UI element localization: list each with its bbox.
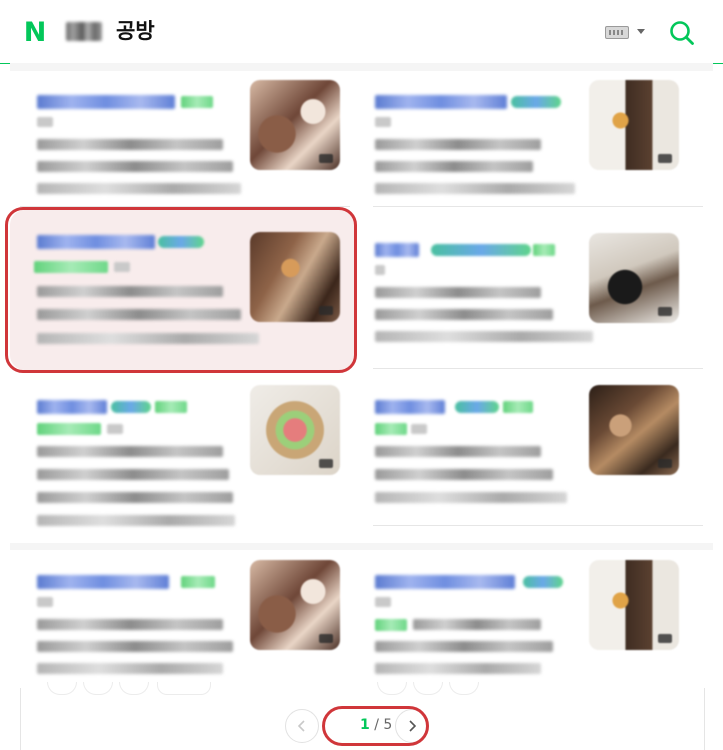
current-page: 1 (360, 717, 370, 733)
place-info-blurred (375, 446, 541, 457)
place-tag-blurred (158, 236, 204, 248)
next-page-button[interactable] (395, 709, 429, 743)
place-info-blurred (375, 469, 553, 480)
place-name-blurred (37, 95, 175, 109)
total-pages: 5 (383, 717, 393, 733)
result-card[interactable] (373, 380, 703, 530)
place-info-blurred (375, 287, 541, 298)
place-meta-blurred (375, 331, 593, 342)
place-thumbnail[interactable] (250, 560, 340, 650)
place-thumbnail[interactable] (589, 385, 679, 475)
result-card[interactable] (373, 75, 703, 225)
place-tag-blurred (503, 401, 533, 413)
search-query-text[interactable]: 공방 (116, 18, 155, 44)
place-info-blurred (37, 446, 223, 457)
place-name-blurred (37, 575, 169, 589)
query-blurred-word (66, 22, 102, 41)
place-tag-blurred (523, 576, 563, 588)
place-info-blurred (37, 286, 223, 297)
page-indicator: 1 / 5 (360, 716, 392, 734)
place-thumbnail[interactable] (589, 233, 679, 323)
place-info-blurred (37, 309, 241, 320)
logo-letter: N (23, 16, 47, 48)
place-results-panel (5, 63, 713, 750)
naver-logo-icon[interactable]: N (22, 16, 48, 48)
chevron-left-icon (297, 720, 305, 732)
place-info-blurred (413, 619, 541, 630)
keyboard-icon[interactable] (605, 26, 629, 39)
result-card[interactable] (15, 75, 345, 225)
place-tag-blurred (34, 261, 108, 273)
chevron-right-icon (409, 720, 417, 732)
place-info-blurred (37, 492, 233, 503)
place-tag-blurred (111, 401, 151, 413)
place-name-blurred (37, 400, 107, 414)
search-icon (670, 21, 694, 45)
place-tag-blurred (511, 96, 561, 108)
place-info-blurred (37, 161, 233, 172)
place-name-blurred (37, 235, 155, 249)
place-thumbnail[interactable] (589, 80, 679, 170)
result-card[interactable] (373, 223, 703, 373)
pagination-bar: 1 / 5 (20, 682, 705, 750)
place-meta-blurred (375, 183, 575, 194)
page-separator: / (374, 717, 379, 733)
place-tag-blurred (155, 401, 187, 413)
place-info-blurred (375, 641, 553, 652)
place-tag-blurred (37, 423, 101, 435)
place-info-blurred (37, 469, 229, 480)
place-meta-blurred (375, 492, 567, 503)
place-thumbnail[interactable] (250, 80, 340, 170)
place-info-blurred (37, 641, 233, 652)
place-info-blurred (37, 139, 223, 150)
place-meta-blurred (37, 515, 235, 526)
place-name-blurred (375, 243, 419, 257)
place-meta-blurred (37, 183, 241, 194)
place-info-blurred (375, 309, 553, 320)
place-info-blurred (37, 619, 223, 630)
place-tag-blurred (431, 244, 531, 256)
place-meta-blurred (37, 663, 223, 674)
prev-page-button[interactable] (285, 709, 319, 743)
result-card-selected[interactable] (5, 207, 357, 373)
place-info-blurred (375, 161, 533, 172)
place-thumbnail[interactable] (250, 232, 340, 322)
place-meta-blurred (37, 333, 259, 344)
place-name-blurred (375, 95, 507, 109)
place-info-blurred (375, 139, 541, 150)
place-tag-blurred (181, 96, 213, 108)
chevron-down-icon[interactable] (637, 29, 645, 34)
place-meta-blurred (375, 663, 541, 674)
place-tag-blurred (181, 576, 215, 588)
place-tag-blurred (375, 619, 407, 631)
search-button[interactable] (668, 19, 696, 47)
place-thumbnail[interactable] (589, 560, 679, 650)
place-tag-blurred (375, 423, 407, 435)
place-tag-blurred (533, 244, 555, 256)
place-thumbnail[interactable] (250, 385, 340, 475)
place-tag-blurred (455, 401, 499, 413)
place-name-blurred (375, 400, 445, 414)
result-card[interactable] (15, 380, 345, 545)
search-header: N 공방 (0, 0, 723, 64)
place-name-blurred (375, 575, 515, 589)
